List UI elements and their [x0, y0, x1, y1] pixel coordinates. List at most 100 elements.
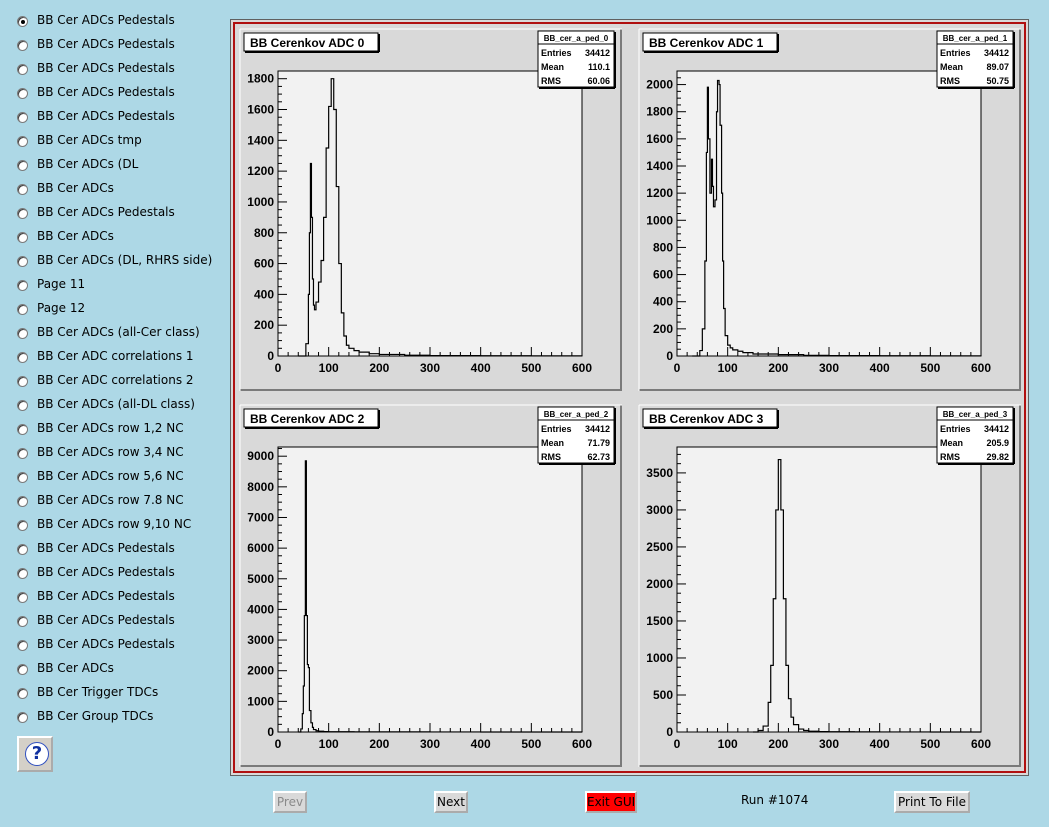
page-radio-item[interactable]: Page 12 [0, 299, 228, 323]
histogram-pad[interactable]: 0 100 200 300 400 500 600 0 200 400 600 800 1000 1200… [638, 28, 1021, 391]
plot-frame [676, 446, 982, 733]
page-radio-label: BB Cer Group TDCs [37, 709, 154, 723]
page-radio-item[interactable]: BB Cer ADCs row 9,10 NC [0, 515, 228, 539]
page-radio-item[interactable]: BB Cer ADCs Pedestals [0, 587, 228, 611]
radio-icon[interactable] [17, 208, 28, 219]
radio-icon[interactable] [17, 400, 28, 411]
y-tick-label: 600 [653, 268, 673, 282]
y-tick-label: 3000 [646, 503, 673, 517]
histogram-pad[interactable]: 0 100 200 300 400 500 600 0 500 1000 1500 2000 2500 3… [638, 404, 1021, 767]
y-tick-label: 1600 [247, 103, 274, 117]
page-radio-label: BB Cer ADCs Pedestals [37, 85, 175, 99]
page-radio-item[interactable]: BB Cer ADCs Pedestals [0, 563, 228, 587]
page-radio-item[interactable]: BB Cer ADCs row 1,2 NC [0, 419, 228, 443]
y-tick-label: 9000 [247, 449, 274, 463]
page-radio-item[interactable]: BB Cer ADCs Pedestals [0, 539, 228, 563]
stats-key: Entries [541, 48, 572, 58]
radio-icon[interactable] [17, 424, 28, 435]
stats-key: RMS [541, 76, 561, 86]
radio-icon[interactable] [17, 352, 28, 363]
page-radio-item[interactable]: BB Cer ADCs (DL [0, 155, 228, 179]
y-tick-label: 1500 [646, 614, 673, 628]
next-button[interactable]: Next [434, 791, 468, 813]
radio-icon[interactable] [17, 688, 28, 699]
x-tick-label: 400 [471, 361, 491, 375]
page-radio-item[interactable]: BB Cer Trigger TDCs [0, 683, 228, 707]
x-tick-label: 300 [420, 737, 440, 751]
print-to-file-button[interactable]: Print To File [894, 791, 970, 813]
page-radio-item[interactable]: BB Cer ADCs row 5,6 NC [0, 467, 228, 491]
radio-icon[interactable] [17, 520, 28, 531]
radio-icon[interactable] [17, 40, 28, 51]
page-radio-item[interactable]: BB Cer ADCs [0, 179, 228, 203]
run-number-label: Run #1074 [741, 793, 809, 807]
page-radio-item[interactable]: BB Cer ADC correlations 1 [0, 347, 228, 371]
radio-icon[interactable] [17, 712, 28, 723]
radio-icon[interactable] [17, 304, 28, 315]
y-tick-label: 800 [254, 226, 274, 240]
radio-icon[interactable] [17, 328, 28, 339]
page-radio-label: BB Cer ADCs tmp [37, 133, 142, 147]
radio-icon[interactable] [17, 664, 28, 675]
radio-icon[interactable] [17, 280, 28, 291]
x-tick-label: 600 [572, 361, 592, 375]
page-radio-item[interactable]: BB Cer ADCs [0, 227, 228, 251]
page-radio-item[interactable]: BB Cer ADCs Pedestals [0, 35, 228, 59]
page-radio-label: BB Cer ADCs Pedestals [37, 205, 175, 219]
radio-icon[interactable] [17, 592, 28, 603]
help-button[interactable]: ? [17, 736, 53, 772]
radio-icon[interactable] [17, 64, 28, 75]
page-radio-item[interactable]: BB Cer ADCs [0, 659, 228, 683]
radio-icon[interactable] [17, 472, 28, 483]
x-tick-label: 500 [920, 361, 940, 375]
page-radio-item[interactable]: BB Cer ADCs Pedestals [0, 107, 228, 131]
stats-value: 34412 [585, 48, 610, 58]
y-tick-label: 600 [254, 257, 274, 271]
page-radio-item[interactable]: BB Cer ADCs Pedestals [0, 83, 228, 107]
page-radio-item[interactable]: BB Cer ADCs row 7.8 NC [0, 491, 228, 515]
radio-icon[interactable] [17, 616, 28, 627]
page-radio-item[interactable]: BB Cer ADCs Pedestals [0, 203, 228, 227]
page-radio-item[interactable]: BB Cer ADCs tmp [0, 131, 228, 155]
radio-icon[interactable] [17, 232, 28, 243]
histogram-chart: 0 100 200 300 400 500 600 0 200 400 600 800 1000 1200… [239, 28, 622, 391]
page-radio-item[interactable]: BB Cer ADCs Pedestals [0, 635, 228, 659]
x-tick-label: 100 [718, 361, 738, 375]
histogram-pad[interactable]: 0 100 200 300 400 500 600 0 1000 2000 3000 4000 5000… [239, 404, 622, 767]
radio-icon[interactable] [17, 136, 28, 147]
page-radio-item[interactable]: BB Cer ADCs row 3,4 NC [0, 443, 228, 467]
page-radio-item[interactable]: BB Cer ADCs (all-DL class) [0, 395, 228, 419]
stats-value: 34412 [585, 424, 610, 434]
page-radio-item[interactable]: BB Cer Group TDCs [0, 707, 228, 731]
radio-icon[interactable] [17, 160, 28, 171]
page-radio-item[interactable]: BB Cer ADCs Pedestals [0, 59, 228, 83]
radio-icon[interactable] [17, 376, 28, 387]
y-tick-label: 1000 [646, 213, 673, 227]
radio-selected-icon[interactable] [17, 16, 28, 27]
radio-icon[interactable] [17, 256, 28, 267]
histogram-pad[interactable]: 0 100 200 300 400 500 600 0 200 400 600 800 1000 1200… [239, 28, 622, 391]
y-tick-label: 1800 [646, 105, 673, 119]
radio-icon[interactable] [17, 184, 28, 195]
y-tick-label: 2000 [247, 664, 274, 678]
radio-icon[interactable] [17, 640, 28, 651]
page-radio-item[interactable]: BB Cer ADCs (all-Cer class) [0, 323, 228, 347]
radio-icon[interactable] [17, 448, 28, 459]
page-radio-item[interactable]: BB Cer ADCs Pedestals [0, 11, 228, 35]
radio-icon[interactable] [17, 496, 28, 507]
stats-value: 34412 [984, 424, 1009, 434]
radio-icon[interactable] [17, 544, 28, 555]
radio-icon[interactable] [17, 88, 28, 99]
stats-value: 34412 [984, 48, 1009, 58]
prev-button[interactable]: Prev [273, 791, 307, 813]
page-radio-item[interactable]: Page 11 [0, 275, 228, 299]
page-radio-item[interactable]: BB Cer ADCs Pedestals [0, 611, 228, 635]
page-radio-label: BB Cer ADCs Pedestals [37, 109, 175, 123]
page-radio-item[interactable]: BB Cer ADCs (DL, RHRS side) [0, 251, 228, 275]
page-radio-item[interactable]: BB Cer ADC correlations 2 [0, 371, 228, 395]
radio-icon[interactable] [17, 568, 28, 579]
y-tick-label: 1600 [646, 132, 673, 146]
exit-gui-button[interactable]: Exit GUI [585, 791, 637, 813]
radio-icon[interactable] [17, 112, 28, 123]
page-radio-label: BB Cer ADCs row 1,2 NC [37, 421, 184, 435]
